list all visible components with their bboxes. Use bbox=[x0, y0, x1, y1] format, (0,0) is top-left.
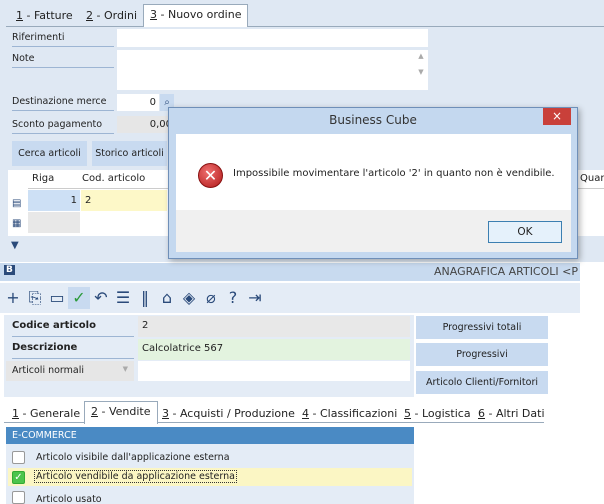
tab-label: - Logistica bbox=[411, 407, 471, 420]
window-title: ANAGRAFICA ARTICOLI <P bbox=[434, 265, 578, 278]
tab-label: - Acquisti / Produzione bbox=[169, 407, 295, 420]
sconto-label: Sconto pagamento bbox=[12, 117, 114, 134]
ecommerce-section-header: E-COMMERCE bbox=[6, 427, 414, 444]
error-message: Impossibile movimentare l'articolo '2' i… bbox=[233, 168, 555, 179]
note-textarea[interactable]: ▲ ▼ bbox=[117, 50, 428, 90]
tab-key: 3 bbox=[150, 8, 157, 21]
tab-label: - Generale bbox=[19, 407, 81, 420]
destinazione-input[interactable]: 0 bbox=[117, 94, 159, 111]
tab-label: - Nuovo ordine bbox=[157, 8, 242, 21]
destinazione-label: Destinazione merce bbox=[12, 94, 114, 111]
cell-riga[interactable]: 1 bbox=[28, 190, 80, 211]
tab-label: - Altri Dati bbox=[485, 407, 545, 420]
tipo-value: Articoli normali bbox=[12, 365, 85, 376]
sconto-input[interactable]: 0,00 bbox=[117, 116, 172, 133]
app-logo: B bbox=[4, 265, 15, 275]
basket-icon[interactable]: ⌂ bbox=[156, 287, 178, 309]
descrizione-label: Descrizione bbox=[12, 342, 134, 359]
tab-classificazioni[interactable]: 4 - Classificazioni bbox=[296, 404, 403, 425]
codice-input[interactable]: 2 bbox=[138, 316, 410, 337]
progressivi-button[interactable]: Progressivi bbox=[416, 343, 548, 366]
attachment-icon[interactable]: ⌀ bbox=[200, 287, 222, 309]
tab-label: - Classificazioni bbox=[309, 407, 398, 420]
progressivi-totali-button[interactable]: Progressivi totali bbox=[416, 316, 548, 339]
tab-fatture[interactable]: 1 - Fatture bbox=[10, 6, 79, 27]
cell-cod-articolo[interactable]: 2 bbox=[81, 190, 167, 211]
descrizione-input[interactable]: Calcolatrice 567 bbox=[138, 339, 410, 360]
close-button[interactable]: × bbox=[543, 108, 571, 125]
filter-icon[interactable]: ▼ bbox=[11, 240, 19, 251]
error-dialog: Business Cube × ✕ Impossibile movimentar… bbox=[168, 107, 578, 259]
vendibile-label: Articolo vendibile da applicazione ester… bbox=[34, 470, 237, 483]
usato-label: Articolo usato bbox=[36, 494, 102, 504]
tab-label: - Vendite bbox=[98, 405, 151, 418]
visibile-checkbox[interactable] bbox=[12, 451, 25, 464]
copy-icon[interactable]: ⎘ bbox=[24, 287, 46, 309]
tipo-extra-input[interactable] bbox=[138, 361, 410, 381]
tipo-articolo-select[interactable]: Articoli normali ▼ bbox=[6, 361, 134, 381]
exit-icon[interactable]: ⇥ bbox=[244, 287, 266, 309]
storico-articoli-button[interactable]: Storico articoli bbox=[92, 141, 167, 166]
tab-altri-dati[interactable]: 6 - Altri Dati bbox=[472, 404, 551, 425]
tab-key: 1 bbox=[12, 407, 19, 420]
help-icon[interactable]: ? bbox=[222, 287, 244, 309]
package-icon[interactable]: ◈ bbox=[178, 287, 200, 309]
folder-icon[interactable]: ▭ bbox=[46, 287, 68, 309]
barcode-icon[interactable]: ‖ bbox=[134, 287, 156, 309]
tab-key: 1 bbox=[16, 9, 23, 22]
tab-key: 2 bbox=[91, 405, 98, 418]
tab-key: 4 bbox=[302, 407, 309, 420]
tab-logistica[interactable]: 5 - Logistica bbox=[398, 404, 477, 425]
ok-button[interactable]: OK bbox=[488, 221, 562, 243]
error-icon: ✕ bbox=[198, 163, 223, 188]
chevron-down-icon: ▼ bbox=[122, 365, 128, 373]
row-detail-icon[interactable]: ▤ bbox=[12, 198, 21, 209]
col-riga[interactable]: Riga bbox=[32, 173, 54, 184]
articles-window: B ANAGRAFICA ARTICOLI <P + ⎘ ▭ ✓ ↶ ☰ ‖ ⌂ ◈ ⌀? ⇥ Co… bbox=[0, 263, 604, 504]
undo-icon[interactable]: ↶ bbox=[90, 287, 112, 309]
scrollbar[interactable]: ▲ ▼ bbox=[416, 52, 426, 88]
col-cod-articolo[interactable]: Cod. articolo bbox=[82, 173, 145, 184]
riferimenti-label: Riferimenti bbox=[12, 30, 114, 47]
vendibile-checkbox[interactable]: ✓ bbox=[12, 471, 25, 484]
visibile-label: Articolo visibile dall'applicazione este… bbox=[36, 452, 230, 463]
cerca-articoli-button[interactable]: Cerca articoli bbox=[12, 141, 87, 166]
tab-label: - Ordini bbox=[93, 9, 138, 22]
save-check-icon[interactable]: ✓ bbox=[68, 287, 90, 309]
note-label: Note bbox=[12, 51, 114, 68]
tab-vendite[interactable]: 2 - Vendite bbox=[84, 401, 158, 424]
tab-key: 5 bbox=[404, 407, 411, 420]
grid-icon[interactable]: ▦ bbox=[12, 218, 21, 229]
tab-label: - Fatture bbox=[23, 9, 73, 22]
riferimenti-input[interactable] bbox=[117, 29, 428, 47]
menu-icon[interactable]: ☰ bbox=[112, 287, 134, 309]
tab-key: 3 bbox=[162, 407, 169, 420]
tab-generale[interactable]: 1 - Generale bbox=[6, 404, 86, 425]
codice-label: Codice articolo bbox=[12, 320, 134, 337]
usato-checkbox[interactable] bbox=[12, 491, 25, 504]
dialog-title: Business Cube bbox=[329, 113, 417, 127]
tab-key: 2 bbox=[86, 9, 93, 22]
articolo-clienti-fornitori-button[interactable]: Articolo Clienti/Fornitori bbox=[416, 371, 548, 394]
col-quantita[interactable]: Quanti bbox=[580, 173, 604, 184]
add-icon[interactable]: + bbox=[2, 287, 24, 309]
tab-nuovo-ordine[interactable]: 3 - Nuovo ordine bbox=[143, 4, 249, 27]
tab-key: 6 bbox=[478, 407, 485, 420]
tab-ordini[interactable]: 2 - Ordini bbox=[80, 6, 143, 27]
tab-acquisti[interactable]: 3 - Acquisti / Produzione bbox=[156, 404, 301, 425]
toolbar: + ⎘ ▭ ✓ ↶ ☰ ‖ ⌂ ◈ ⌀? ⇥ bbox=[0, 283, 580, 313]
